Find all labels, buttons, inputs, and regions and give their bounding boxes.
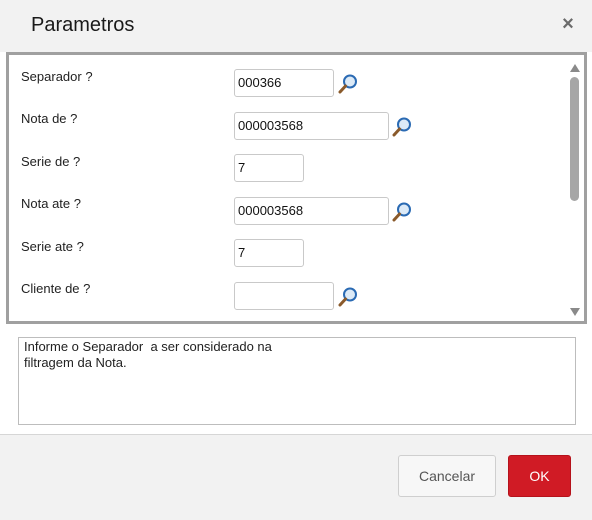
scroll-down-arrow-icon[interactable] <box>569 307 581 317</box>
help-line: Informe o Separador a ser considerado na <box>24 339 272 354</box>
search-icon[interactable] <box>391 116 413 138</box>
serie-ate-input[interactable] <box>234 239 304 267</box>
separador-input[interactable] <box>234 69 334 97</box>
search-icon[interactable] <box>337 73 359 95</box>
search-icon[interactable] <box>391 201 413 223</box>
cancel-button[interactable]: Cancelar <box>398 455 496 497</box>
serie-de-input[interactable] <box>234 154 304 182</box>
ok-button[interactable]: OK <box>508 455 571 497</box>
param-label-serie-de: Serie de ? <box>21 154 81 169</box>
nota-ate-input[interactable] <box>234 197 389 225</box>
help-line: filtragem da Nota. <box>24 355 127 370</box>
param-label-nota-ate: Nota ate ? <box>21 196 81 211</box>
dialog-title: Parametros <box>31 14 135 36</box>
scroll-up-arrow-icon[interactable] <box>569 63 581 73</box>
nota-de-input[interactable] <box>234 112 389 140</box>
param-label-nota-de: Nota de ? <box>21 111 78 126</box>
param-label-separador: Separador ? <box>21 69 93 84</box>
parametros-dialog: Parametros × Separador ? Nota de ? Serie… <box>0 0 592 520</box>
scroll-thumb[interactable] <box>570 77 579 201</box>
close-icon[interactable]: × <box>557 13 579 35</box>
dialog-header: Parametros × <box>0 0 592 52</box>
param-label-cliente-de: Cliente de ? <box>21 281 91 296</box>
search-icon[interactable] <box>337 286 359 308</box>
param-label-serie-ate: Serie ate ? <box>21 239 84 254</box>
dialog-footer: Cancelar OK <box>0 435 592 520</box>
params-panel: Separador ? Nota de ? Serie de ? Nota at… <box>6 52 587 324</box>
cliente-de-input[interactable] <box>234 282 334 310</box>
help-text-box: Informe o Separador a ser considerado na… <box>18 337 576 425</box>
params-scrollbar[interactable] <box>569 61 581 319</box>
